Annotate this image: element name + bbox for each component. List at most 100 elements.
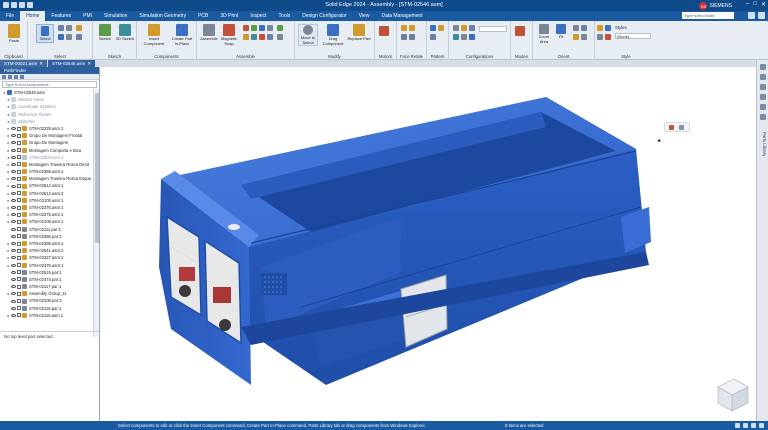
style-shade-icon[interactable]: [597, 25, 603, 31]
tree-row[interactable]: STM-02515.par:1: [0, 269, 92, 276]
tree-row[interactable]: ▸ STM-02105.asm:1: [0, 197, 92, 204]
angle-icon[interactable]: [267, 25, 273, 31]
rotate-icon[interactable]: [573, 25, 579, 31]
tab-simulation[interactable]: Simulation: [98, 11, 133, 21]
paste-button[interactable]: Paste: [4, 24, 24, 44]
visibility-eye-icon[interactable]: [11, 148, 16, 152]
tree-row[interactable]: ▸ STM-02376.asm:1: [0, 204, 92, 211]
assembly-model[interactable]: [101, 67, 756, 421]
tree-checkbox[interactable]: [17, 299, 21, 304]
tree-row[interactable]: ▸ Montagem Traseira Rosca Direit: [0, 161, 92, 168]
style-edges-icon[interactable]: [605, 25, 611, 31]
scrollbar-thumb[interactable]: [95, 93, 99, 243]
modes-icon[interactable]: [515, 26, 525, 36]
tree-row[interactable]: ▸ STM-02398.asm:1: [0, 240, 92, 247]
assemble-button[interactable]: Assemble: [199, 24, 219, 42]
tree-row[interactable]: ▸ Section Views: [0, 96, 92, 103]
tree-row[interactable]: STM-02117.par:1: [0, 283, 92, 290]
move-to-select-button[interactable]: Move to Select: [298, 24, 318, 46]
tree-checkbox[interactable]: [17, 313, 21, 318]
face-relate-icon-1[interactable]: [401, 25, 407, 31]
view-cube-icon[interactable]: [573, 34, 579, 40]
select-tools-icon[interactable]: [58, 34, 64, 40]
avatar[interactable]: SS: [699, 2, 708, 10]
tree-row[interactable]: STM-02118.par:1: [0, 305, 92, 312]
visibility-eye-icon[interactable]: [11, 306, 16, 310]
highlight-icon[interactable]: [76, 25, 82, 31]
tree-checkbox[interactable]: [17, 263, 21, 268]
visibility-eye-icon[interactable]: [11, 242, 16, 246]
visibility-eye-icon[interactable]: [11, 155, 16, 159]
tree-checkbox[interactable]: [17, 227, 21, 232]
visibility-eye-icon[interactable]: [11, 220, 16, 224]
style-view-icon[interactable]: [597, 34, 603, 40]
tree-checkbox[interactable]: [17, 191, 21, 196]
replace-part-button[interactable]: Replace Part: [347, 24, 371, 42]
tree-row[interactable]: STM-02356.par:2: [0, 233, 92, 240]
filter-icon[interactable]: [2, 75, 6, 79]
insert-component-button[interactable]: Insert Component: [141, 24, 167, 46]
visibility-eye-icon[interactable]: [11, 277, 16, 281]
tree-row[interactable]: ▸ Montagem Comporta e Bica: [0, 147, 92, 154]
face-relate-icon-3[interactable]: [401, 34, 407, 40]
tree-row[interactable]: ▸ STM-02368.asm:1: [0, 168, 92, 175]
component-search-input[interactable]: Type to find components: [2, 81, 97, 88]
duplicate-icon[interactable]: [430, 34, 436, 40]
tree-row[interactable]: ▸ STM-02475.asm:1: [0, 262, 92, 269]
tree-row[interactable]: ▸ Reference Planes: [0, 111, 92, 118]
insert-icon[interactable]: [259, 25, 265, 31]
visibility-eye-icon[interactable]: [11, 141, 16, 145]
drag-component-button[interactable]: Drag Component: [321, 24, 345, 46]
tab-tools[interactable]: Tools: [273, 11, 297, 21]
tab-pcb[interactable]: PCB: [192, 11, 214, 21]
tree-row[interactable]: ▸ Montagem Traseira Rosca Esque: [0, 175, 92, 182]
visibility-eye-icon[interactable]: [11, 198, 16, 202]
close-icon[interactable]: ✕: [39, 60, 43, 67]
tree-row[interactable]: ▸ STM-02327.asm:2: [0, 254, 92, 261]
tree-checkbox[interactable]: [17, 219, 21, 224]
close-icon[interactable]: ✕: [87, 60, 91, 67]
select-filter-icon[interactable]: [58, 25, 64, 31]
visibility-eye-icon[interactable]: [11, 170, 16, 174]
tree-checkbox[interactable]: [17, 270, 21, 275]
config-icon-3[interactable]: [469, 25, 475, 31]
tree-row[interactable]: ▸ STM-02115.asm:1: [0, 312, 92, 319]
config-icon-5[interactable]: [461, 34, 467, 40]
tab-features[interactable]: Features: [45, 11, 77, 21]
dock-icon[interactable]: [760, 64, 766, 70]
style-paint-icon[interactable]: [605, 34, 611, 40]
dock-icon[interactable]: [760, 104, 766, 110]
zoom-icon[interactable]: [735, 423, 740, 428]
create-part-in-place-button[interactable]: Create Part In-Place: [169, 24, 195, 46]
zoom-icon[interactable]: [581, 34, 587, 40]
help-icon[interactable]: [748, 12, 755, 19]
face-relate-icon-4[interactable]: [409, 34, 415, 40]
select-all-icon[interactable]: [76, 34, 82, 40]
view-cube[interactable]: [717, 378, 749, 412]
tab-3d-print[interactable]: 3D Print: [214, 11, 244, 21]
doc-tab-stm-00021[interactable]: STM-00021.asm ✕: [0, 60, 48, 67]
tree-row[interactable]: ▸ STM-02612.asm:2: [0, 190, 92, 197]
find-tools-input[interactable]: Type to find tools: [682, 12, 734, 19]
motor-icon[interactable]: [379, 26, 389, 36]
visibility-eye-icon[interactable]: [11, 162, 16, 166]
tree-row[interactable]: ▸ STM-02612.asm:1: [0, 182, 92, 189]
tree-scrollbar[interactable]: [93, 89, 99, 337]
path-icon[interactable]: [277, 25, 283, 31]
tree-checkbox[interactable]: [17, 255, 21, 260]
visibility-eye-icon[interactable]: [11, 213, 16, 217]
3d-sketch-button[interactable]: 3D Sketch: [115, 24, 135, 42]
tree-checkbox[interactable]: [17, 148, 21, 153]
tree-row[interactable]: ▸ Assembly Group_11: [0, 290, 92, 297]
config-icon-4[interactable]: [453, 34, 459, 40]
tree-row[interactable]: ▸ Grupo De Montagem: [0, 139, 92, 146]
collapse-icon[interactable]: [14, 75, 18, 79]
tree-row[interactable]: ▸ Sketches: [0, 118, 92, 125]
dock-icon[interactable]: [760, 74, 766, 80]
mini-toolbar-icon[interactable]: [669, 125, 674, 130]
visibility-eye-icon[interactable]: [11, 256, 16, 260]
tree-checkbox[interactable]: [17, 277, 21, 282]
tree-checkbox[interactable]: [17, 126, 21, 131]
config-icon-2[interactable]: [461, 25, 467, 31]
tree-checkbox[interactable]: [17, 291, 21, 296]
